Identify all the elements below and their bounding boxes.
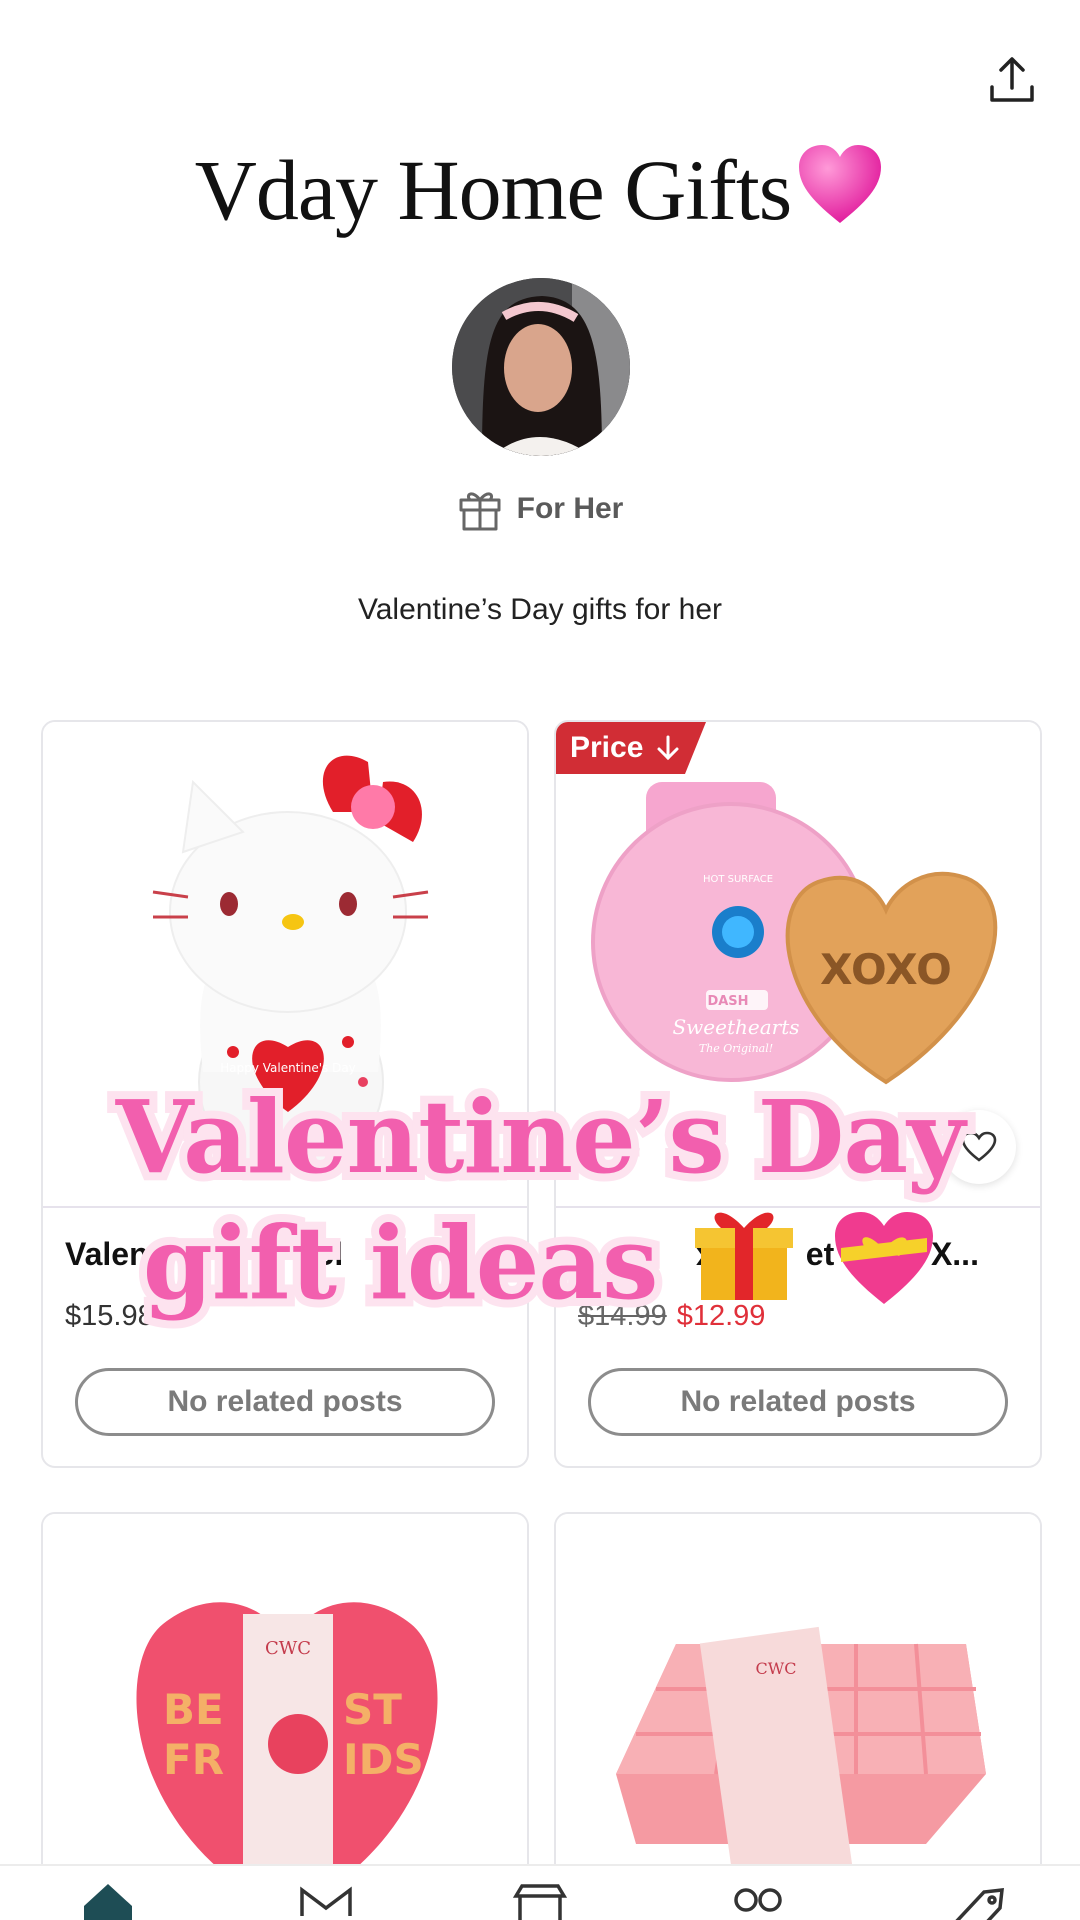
xoxo-text: XOXO	[820, 945, 952, 994]
avatar[interactable]	[452, 278, 630, 456]
no-related-posts-button[interactable]: No related posts	[588, 1368, 1008, 1436]
price-drop-badge: Price	[556, 722, 706, 774]
category-chip[interactable]: For Her	[0, 486, 1080, 532]
gift-icon	[459, 492, 501, 531]
arrow-down-icon	[657, 735, 679, 761]
share-icon	[990, 57, 1034, 102]
shop-icon[interactable]	[510, 1876, 570, 1920]
gift-icon	[691, 1200, 797, 1328]
heart-icon	[795, 143, 885, 248]
deals-icon[interactable]	[948, 1876, 1008, 1920]
heart-ribbon-icon	[831, 1208, 937, 1332]
sweethearts-text: Sweethearts	[672, 1015, 799, 1039]
product-image-heart-snackle-box[interactable]: BE ST FR IDS CWC	[43, 1514, 527, 1910]
product-card[interactable]: CWC	[554, 1512, 1042, 1912]
overlay-caption-line-2: gift ideas	[0, 1196, 1080, 1332]
cwc-brand-text: CWC	[756, 1659, 797, 1678]
snackle-text-4: IDS	[343, 1735, 424, 1784]
overlay-caption-line-1: Valentine’s Day	[108, 1070, 974, 1204]
bottom-tab-bar	[0, 1864, 1080, 1920]
collections-icon[interactable]	[728, 1876, 788, 1920]
category-label: For Her	[516, 492, 624, 525]
inbox-icon[interactable]	[296, 1876, 356, 1920]
page-title-text: Vday Home Gifts	[194, 142, 792, 238]
snackle-text-1: BE	[163, 1685, 224, 1734]
cwc-brand-text: CWC	[265, 1638, 311, 1659]
snackle-text-3: FR	[163, 1735, 224, 1784]
kitty-heart-text: Happy Valentine's Day	[220, 1061, 356, 1075]
no-related-posts-button[interactable]: No related posts	[75, 1368, 495, 1436]
product-image-snackle-tray[interactable]: CWC	[556, 1514, 1040, 1910]
original-text: The Original!	[699, 1042, 773, 1055]
page-title: Vday Home Gifts	[0, 140, 1080, 248]
dash-logo-text: DASH	[707, 994, 748, 1009]
snackle-text-2: ST	[343, 1685, 402, 1734]
waffle-top-text: HOT SURFACE	[703, 874, 773, 885]
share-button[interactable]	[984, 52, 1040, 108]
home-icon[interactable]	[78, 1876, 138, 1920]
collection-description: Valentine’s Day gifts for her	[357, 593, 723, 626]
product-card[interactable]: BE ST FR IDS CWC	[41, 1512, 529, 1912]
